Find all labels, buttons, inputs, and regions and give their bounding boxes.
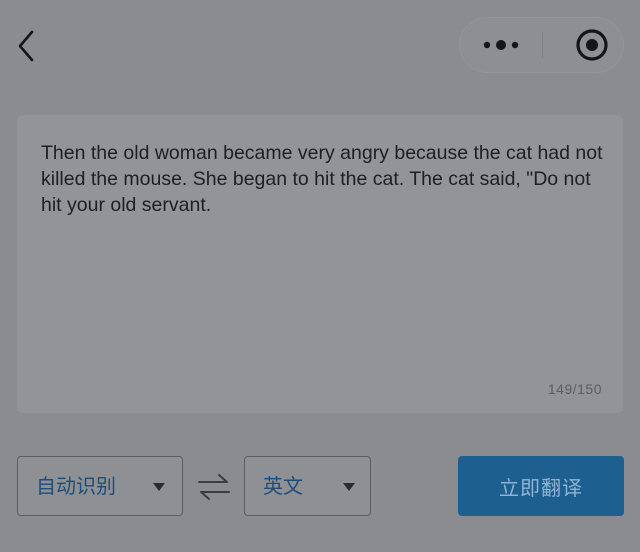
caret-down-icon xyxy=(153,483,165,491)
swap-languages-button[interactable] xyxy=(196,471,232,503)
close-button[interactable] xyxy=(543,18,623,72)
source-language-select[interactable]: 自动识别 xyxy=(17,456,183,516)
mini-program-capsule xyxy=(459,17,624,73)
navigation-bar xyxy=(0,0,640,96)
chevron-left-icon xyxy=(18,30,34,62)
swap-arrows-icon xyxy=(198,474,230,500)
target-language-label: 英文 xyxy=(263,474,303,498)
character-counter: 149/150 xyxy=(547,381,602,397)
target-language-select[interactable]: 英文 xyxy=(244,456,371,516)
more-button[interactable] xyxy=(460,18,542,72)
target-circle-icon xyxy=(576,29,608,61)
back-button[interactable] xyxy=(10,26,46,66)
source-text[interactable]: Then the old woman became very angry bec… xyxy=(41,140,606,218)
translate-button[interactable]: 立即翻译 xyxy=(458,456,624,516)
source-language-label: 自动识别 xyxy=(36,474,116,498)
caret-down-icon xyxy=(343,483,355,491)
more-dots-icon xyxy=(483,40,519,50)
source-text-area[interactable]: Then the old woman became very angry bec… xyxy=(17,115,623,413)
